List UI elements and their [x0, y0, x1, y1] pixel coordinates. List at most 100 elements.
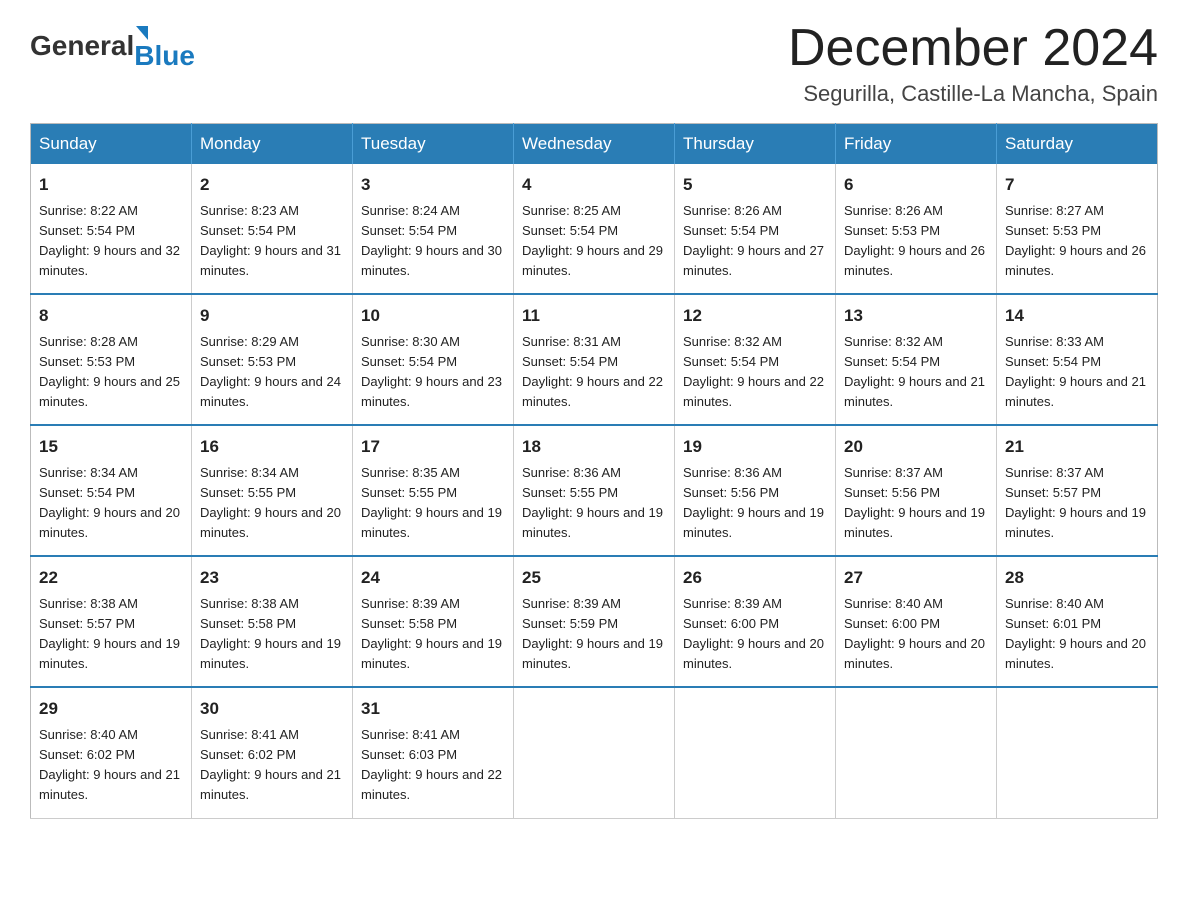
calendar-cell: 16 Sunrise: 8:34 AMSunset: 5:55 PMDaylig…: [192, 425, 353, 556]
day-number: 7: [1005, 172, 1149, 198]
calendar-cell: 10 Sunrise: 8:30 AMSunset: 5:54 PMDaylig…: [353, 294, 514, 425]
calendar-cell: 5 Sunrise: 8:26 AMSunset: 5:54 PMDayligh…: [675, 164, 836, 294]
calendar-cell: [997, 687, 1158, 818]
day-info: Sunrise: 8:29 AMSunset: 5:53 PMDaylight:…: [200, 334, 341, 409]
calendar-cell: 4 Sunrise: 8:25 AMSunset: 5:54 PMDayligh…: [514, 164, 675, 294]
logo-general-text: General: [30, 30, 134, 62]
day-info: Sunrise: 8:37 AMSunset: 5:56 PMDaylight:…: [844, 465, 985, 540]
day-info: Sunrise: 8:32 AMSunset: 5:54 PMDaylight:…: [683, 334, 824, 409]
day-header-saturday: Saturday: [997, 124, 1158, 165]
calendar-cell: 7 Sunrise: 8:27 AMSunset: 5:53 PMDayligh…: [997, 164, 1158, 294]
day-number: 22: [39, 565, 183, 591]
logo-blue-text: Blue: [134, 40, 195, 72]
day-header-wednesday: Wednesday: [514, 124, 675, 165]
day-header-tuesday: Tuesday: [353, 124, 514, 165]
day-info: Sunrise: 8:36 AMSunset: 5:55 PMDaylight:…: [522, 465, 663, 540]
calendar-cell: 21 Sunrise: 8:37 AMSunset: 5:57 PMDaylig…: [997, 425, 1158, 556]
day-info: Sunrise: 8:28 AMSunset: 5:53 PMDaylight:…: [39, 334, 180, 409]
calendar-cell: 12 Sunrise: 8:32 AMSunset: 5:54 PMDaylig…: [675, 294, 836, 425]
day-number: 11: [522, 303, 666, 329]
day-info: Sunrise: 8:40 AMSunset: 6:00 PMDaylight:…: [844, 596, 985, 671]
day-number: 31: [361, 696, 505, 722]
day-info: Sunrise: 8:24 AMSunset: 5:54 PMDaylight:…: [361, 203, 502, 278]
calendar-cell: 30 Sunrise: 8:41 AMSunset: 6:02 PMDaylig…: [192, 687, 353, 818]
day-number: 29: [39, 696, 183, 722]
day-number: 18: [522, 434, 666, 460]
day-number: 30: [200, 696, 344, 722]
day-number: 9: [200, 303, 344, 329]
calendar-week-row: 29 Sunrise: 8:40 AMSunset: 6:02 PMDaylig…: [31, 687, 1158, 818]
calendar-cell: 13 Sunrise: 8:32 AMSunset: 5:54 PMDaylig…: [836, 294, 997, 425]
calendar-cell: 20 Sunrise: 8:37 AMSunset: 5:56 PMDaylig…: [836, 425, 997, 556]
day-info: Sunrise: 8:39 AMSunset: 5:58 PMDaylight:…: [361, 596, 502, 671]
day-info: Sunrise: 8:32 AMSunset: 5:54 PMDaylight:…: [844, 334, 985, 409]
day-number: 1: [39, 172, 183, 198]
day-number: 2: [200, 172, 344, 198]
day-number: 27: [844, 565, 988, 591]
day-number: 13: [844, 303, 988, 329]
calendar-cell: 3 Sunrise: 8:24 AMSunset: 5:54 PMDayligh…: [353, 164, 514, 294]
day-info: Sunrise: 8:39 AMSunset: 5:59 PMDaylight:…: [522, 596, 663, 671]
day-number: 15: [39, 434, 183, 460]
day-info: Sunrise: 8:23 AMSunset: 5:54 PMDaylight:…: [200, 203, 341, 278]
calendar-cell: 6 Sunrise: 8:26 AMSunset: 5:53 PMDayligh…: [836, 164, 997, 294]
calendar-cell: 23 Sunrise: 8:38 AMSunset: 5:58 PMDaylig…: [192, 556, 353, 687]
day-info: Sunrise: 8:38 AMSunset: 5:58 PMDaylight:…: [200, 596, 341, 671]
calendar-cell: 14 Sunrise: 8:33 AMSunset: 5:54 PMDaylig…: [997, 294, 1158, 425]
day-number: 21: [1005, 434, 1149, 460]
logo: General Blue: [30, 20, 195, 72]
day-info: Sunrise: 8:36 AMSunset: 5:56 PMDaylight:…: [683, 465, 824, 540]
calendar-cell: [836, 687, 997, 818]
calendar-week-row: 1 Sunrise: 8:22 AMSunset: 5:54 PMDayligh…: [31, 164, 1158, 294]
calendar-cell: 18 Sunrise: 8:36 AMSunset: 5:55 PMDaylig…: [514, 425, 675, 556]
calendar-cell: 9 Sunrise: 8:29 AMSunset: 5:53 PMDayligh…: [192, 294, 353, 425]
day-number: 8: [39, 303, 183, 329]
calendar-week-row: 8 Sunrise: 8:28 AMSunset: 5:53 PMDayligh…: [31, 294, 1158, 425]
calendar-cell: 25 Sunrise: 8:39 AMSunset: 5:59 PMDaylig…: [514, 556, 675, 687]
title-block: December 2024 Segurilla, Castille-La Man…: [788, 20, 1158, 107]
day-info: Sunrise: 8:38 AMSunset: 5:57 PMDaylight:…: [39, 596, 180, 671]
month-title: December 2024: [788, 20, 1158, 77]
logo-arrow-icon: [136, 26, 148, 40]
calendar-cell: 29 Sunrise: 8:40 AMSunset: 6:02 PMDaylig…: [31, 687, 192, 818]
day-info: Sunrise: 8:40 AMSunset: 6:01 PMDaylight:…: [1005, 596, 1146, 671]
calendar-header-row: SundayMondayTuesdayWednesdayThursdayFrid…: [31, 124, 1158, 165]
day-info: Sunrise: 8:39 AMSunset: 6:00 PMDaylight:…: [683, 596, 824, 671]
day-info: Sunrise: 8:41 AMSunset: 6:03 PMDaylight:…: [361, 727, 502, 802]
day-info: Sunrise: 8:31 AMSunset: 5:54 PMDaylight:…: [522, 334, 663, 409]
day-number: 12: [683, 303, 827, 329]
day-info: Sunrise: 8:26 AMSunset: 5:53 PMDaylight:…: [844, 203, 985, 278]
day-number: 4: [522, 172, 666, 198]
calendar-cell: 24 Sunrise: 8:39 AMSunset: 5:58 PMDaylig…: [353, 556, 514, 687]
day-info: Sunrise: 8:34 AMSunset: 5:54 PMDaylight:…: [39, 465, 180, 540]
logo-blue-part: Blue: [134, 20, 195, 72]
day-number: 17: [361, 434, 505, 460]
day-info: Sunrise: 8:26 AMSunset: 5:54 PMDaylight:…: [683, 203, 824, 278]
day-number: 28: [1005, 565, 1149, 591]
day-header-thursday: Thursday: [675, 124, 836, 165]
day-info: Sunrise: 8:41 AMSunset: 6:02 PMDaylight:…: [200, 727, 341, 802]
day-header-friday: Friday: [836, 124, 997, 165]
day-number: 19: [683, 434, 827, 460]
day-info: Sunrise: 8:40 AMSunset: 6:02 PMDaylight:…: [39, 727, 180, 802]
calendar-cell: [675, 687, 836, 818]
day-number: 5: [683, 172, 827, 198]
day-header-sunday: Sunday: [31, 124, 192, 165]
calendar-cell: 31 Sunrise: 8:41 AMSunset: 6:03 PMDaylig…: [353, 687, 514, 818]
day-number: 23: [200, 565, 344, 591]
day-info: Sunrise: 8:25 AMSunset: 5:54 PMDaylight:…: [522, 203, 663, 278]
calendar-cell: 15 Sunrise: 8:34 AMSunset: 5:54 PMDaylig…: [31, 425, 192, 556]
day-header-monday: Monday: [192, 124, 353, 165]
day-number: 6: [844, 172, 988, 198]
day-number: 26: [683, 565, 827, 591]
calendar-cell: 2 Sunrise: 8:23 AMSunset: 5:54 PMDayligh…: [192, 164, 353, 294]
calendar-cell: 19 Sunrise: 8:36 AMSunset: 5:56 PMDaylig…: [675, 425, 836, 556]
calendar-cell: 27 Sunrise: 8:40 AMSunset: 6:00 PMDaylig…: [836, 556, 997, 687]
day-info: Sunrise: 8:37 AMSunset: 5:57 PMDaylight:…: [1005, 465, 1146, 540]
calendar-cell: 22 Sunrise: 8:38 AMSunset: 5:57 PMDaylig…: [31, 556, 192, 687]
calendar-week-row: 15 Sunrise: 8:34 AMSunset: 5:54 PMDaylig…: [31, 425, 1158, 556]
day-info: Sunrise: 8:22 AMSunset: 5:54 PMDaylight:…: [39, 203, 180, 278]
calendar-table: SundayMondayTuesdayWednesdayThursdayFrid…: [30, 123, 1158, 818]
calendar-cell: [514, 687, 675, 818]
day-info: Sunrise: 8:34 AMSunset: 5:55 PMDaylight:…: [200, 465, 341, 540]
